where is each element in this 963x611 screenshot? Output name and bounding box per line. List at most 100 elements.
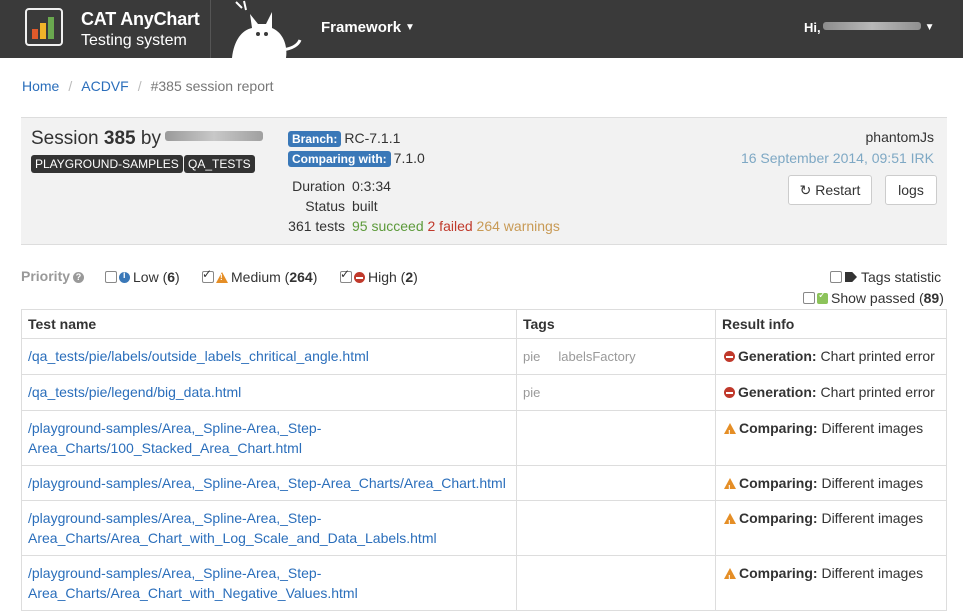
cell-test-name: /playground-samples/Area,_Spline-Area,_S…: [21, 500, 517, 556]
tests-summary-row: 361 tests 95 succeed 2 failed 264 warning…: [285, 218, 560, 234]
cell-result-info: Comparing: Different images: [715, 500, 947, 556]
engine-name: phantomJs: [865, 129, 934, 145]
breadcrumb: Home / ACDVF / #385 session report: [22, 78, 274, 94]
header-test-name[interactable]: Test name: [21, 309, 517, 339]
header-result-info[interactable]: Result info: [715, 309, 947, 339]
test-name-link[interactable]: /playground-samples/Area,_Spline-Area,_S…: [28, 565, 358, 601]
caret-down-icon: ▼: [405, 22, 415, 33]
restart-label: Restart: [815, 182, 861, 198]
show-passed-checkbox[interactable]: [803, 292, 815, 304]
tags-icon: [845, 272, 857, 282]
priority-label: Priority?: [21, 268, 85, 284]
test-name-link[interactable]: /playground-samples/Area,_Spline-Area,_S…: [28, 475, 506, 491]
framework-menu[interactable]: Framework ▼: [321, 19, 415, 36]
cell-result-info: Comparing: Different images: [715, 410, 947, 466]
cat-mascot-icon: [232, 0, 302, 58]
brand-subtitle: Testing system: [81, 32, 187, 49]
result-category: Generation:: [738, 348, 817, 364]
cell-result-info: Comparing: Different images: [715, 465, 947, 501]
session-tag-qa-tests[interactable]: QA_TESTS: [184, 155, 255, 173]
duration-row: Duration 0:3:34: [285, 178, 391, 194]
duration-label: Duration: [292, 178, 345, 194]
test-name-link[interactable]: /qa_tests/pie/legend/big_data.html: [28, 384, 241, 400]
cell-test-name: /qa_tests/pie/legend/big_data.html: [21, 374, 517, 411]
priority-label-text: Priority: [21, 268, 71, 284]
result-category: Comparing:: [739, 420, 818, 436]
cell-tags: [516, 410, 716, 466]
session-number: 385: [103, 128, 136, 149]
cell-test-name: /qa_tests/pie/labels/outside_labels_chri…: [21, 338, 517, 375]
result-category: Generation:: [738, 384, 817, 400]
table-row[interactable]: /playground-samples/Area,_Spline-Area,_S…: [21, 500, 947, 556]
test-name-link[interactable]: /qa_tests/pie/labels/outside_labels_chri…: [28, 348, 369, 364]
table-row[interactable]: /qa_tests/pie/labels/outside_labels_chri…: [21, 338, 947, 375]
filter-tags-statistic[interactable]: Tags statistic: [830, 269, 941, 285]
user-name-redacted: [822, 22, 921, 30]
table-row[interactable]: /playground-samples/Area,_Spline-Area,_S…: [21, 555, 947, 611]
session-by: by: [140, 128, 161, 149]
tags-statistic-checkbox[interactable]: [830, 271, 842, 283]
test-name-link[interactable]: /playground-samples/Area,_Spline-Area,_S…: [28, 510, 437, 546]
result-text: Chart printed error: [820, 348, 935, 364]
info-circle-icon: [119, 270, 130, 283]
warning-triangle-icon: [724, 513, 736, 534]
status-label: Status: [305, 198, 345, 214]
breadcrumb-home-link[interactable]: Home: [22, 78, 59, 94]
comparing-value: 7.1.0: [393, 150, 425, 166]
filter-high[interactable]: High (2): [340, 267, 418, 285]
duration-value: 0:3:34: [352, 178, 391, 194]
session-author-redacted: [164, 131, 263, 141]
session-title-prefix: Session: [31, 128, 99, 149]
caret-down-icon: ▼: [924, 22, 935, 33]
warning-triangle-icon: [216, 272, 228, 283]
low-checkbox[interactable]: [105, 271, 117, 283]
brand[interactable]: CAT AnyChart Testing system: [0, 0, 211, 58]
user-menu[interactable]: Hi, ▼: [804, 20, 935, 35]
table-row[interactable]: /playground-samples/Area,_Spline-Area,_S…: [21, 465, 947, 501]
warnings-count: 264 warnings: [476, 218, 560, 234]
result-text: Different images: [821, 565, 924, 581]
session-date: 16 September 2014, 09:51 IRK: [740, 150, 934, 166]
result-category: Comparing:: [739, 565, 818, 581]
table-row[interactable]: /qa_tests/pie/legend/big_data.html pie Gen…: [21, 374, 947, 411]
high-checkbox[interactable]: [340, 267, 352, 283]
framework-menu-label: Framework: [321, 19, 402, 36]
medium-label: Medium: [231, 269, 281, 285]
cell-test-name: /playground-samples/Area,_Spline-Area,_S…: [21, 465, 517, 501]
cell-tags: pie: [516, 374, 716, 411]
result-text: Different images: [821, 475, 924, 491]
table-row[interactable]: /playground-samples/Area,_Spline-Area,_S…: [21, 410, 947, 466]
filter-low[interactable]: Low (6): [105, 269, 180, 285]
cell-result-info: Generation: Chart printed error: [715, 374, 947, 411]
cell-result-info: Generation: Chart printed error: [715, 338, 947, 375]
test-name-link[interactable]: /playground-samples/Area,_Spline-Area,_S…: [28, 420, 321, 456]
branch-label: Branch:: [288, 131, 342, 147]
logs-button[interactable]: logs: [885, 175, 937, 205]
header-tags[interactable]: Tags: [516, 309, 716, 339]
restart-button[interactable]: ↻ Restart: [788, 175, 872, 205]
low-label: Low: [133, 269, 159, 285]
breadcrumb-current: #385 session report: [150, 78, 274, 94]
top-navbar: CAT AnyChart Testing system Framework ▼ H…: [0, 0, 963, 58]
restart-icon: ↻: [799, 182, 812, 198]
breadcrumb-separator: /: [137, 78, 142, 94]
cell-tags: [516, 500, 716, 556]
breadcrumb-separator: /: [68, 78, 73, 94]
session-tag-playground[interactable]: PLAYGROUND-SAMPLES: [31, 155, 183, 173]
test-tag[interactable]: pie: [523, 349, 540, 364]
help-icon[interactable]: ?: [73, 272, 85, 283]
brand-title: CAT AnyChart: [81, 9, 200, 29]
table-header-row: Test name Tags Result info: [21, 309, 947, 339]
medium-count: 264: [289, 269, 313, 285]
show-passed-label: Show passed: [831, 290, 916, 306]
medium-checkbox[interactable]: [202, 267, 214, 283]
test-tag[interactable]: labelsFactory: [558, 349, 635, 364]
session-title: Session 385 by: [31, 128, 263, 150]
branch-row: Branch: RC-7.1.1: [288, 130, 400, 147]
status-row: Status built: [285, 198, 377, 214]
test-tag[interactable]: pie: [523, 385, 540, 400]
breadcrumb-project-link[interactable]: ACDVF: [81, 78, 128, 94]
filter-show-passed[interactable]: Show passed (89): [803, 290, 944, 306]
filter-medium[interactable]: Medium (264): [202, 267, 317, 285]
check-square-icon: [817, 290, 828, 304]
